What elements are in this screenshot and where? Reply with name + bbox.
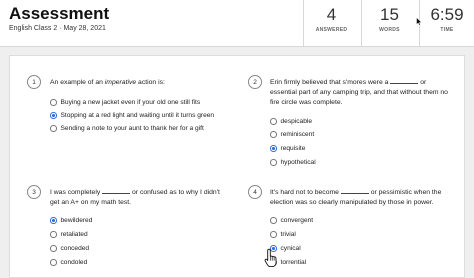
words-stat: 15 WORDS xyxy=(361,0,417,47)
answered-count: 4 xyxy=(326,5,337,24)
radio-button[interactable] xyxy=(270,118,277,125)
answer-option[interactable]: requisite xyxy=(270,145,305,152)
radio-button-selected[interactable] xyxy=(50,217,57,224)
answer-option[interactable]: despicable xyxy=(270,118,312,125)
radio-button-selected[interactable] xyxy=(50,112,57,119)
radio-button[interactable] xyxy=(270,217,277,224)
radio-button[interactable] xyxy=(50,259,57,266)
answered-label: ANSWERED xyxy=(315,27,348,33)
answer-option[interactable]: reminiscent xyxy=(270,131,314,138)
radio-button[interactable] xyxy=(50,125,57,132)
radio-button[interactable] xyxy=(50,231,57,238)
words-count: 15 xyxy=(380,5,399,24)
question-text: An example of an imperative action is: xyxy=(50,79,165,86)
answer-option[interactable]: conceded xyxy=(50,245,89,252)
answer-option[interactable]: trivial xyxy=(270,231,296,238)
time-stat: 6:59 TIME xyxy=(419,0,474,47)
answer-option[interactable]: retaliated xyxy=(50,231,88,238)
question-number: 3 xyxy=(27,185,41,199)
question-number: 1 xyxy=(27,75,41,89)
assessment-header: Assessment English Class 2 · May 28, 202… xyxy=(0,0,474,47)
radio-button[interactable] xyxy=(270,231,277,238)
answer-blank xyxy=(390,78,419,84)
answer-blank xyxy=(102,188,131,194)
radio-button[interactable] xyxy=(270,131,277,138)
answer-blank xyxy=(340,188,369,194)
page-title: Assessment xyxy=(9,4,110,23)
hand-pointer-cursor-icon xyxy=(264,248,277,268)
answer-option[interactable]: Sending a note to your aunt to thank her… xyxy=(50,125,204,132)
words-label: WORDS xyxy=(379,27,400,33)
answer-option[interactable]: Buying a new jacket even if your old one… xyxy=(50,99,200,106)
radio-button[interactable] xyxy=(50,245,57,252)
question-number: 2 xyxy=(248,75,262,89)
question-number: 4 xyxy=(248,185,262,199)
questions-card: 1 An example of an imperative action is:… xyxy=(9,55,465,278)
answer-option[interactable]: convergent xyxy=(270,217,313,224)
answered-stat: 4 ANSWERED xyxy=(303,0,359,47)
time-value: 6:59 xyxy=(430,5,464,24)
radio-button-selected[interactable] xyxy=(270,145,277,152)
radio-button[interactable] xyxy=(270,159,277,166)
question-text: I was completely or confused as to why I… xyxy=(50,188,220,206)
radio-button[interactable] xyxy=(50,99,57,106)
question-text: It's hard not to become or pessimistic w… xyxy=(270,188,442,206)
answer-option[interactable]: condoled xyxy=(50,259,87,266)
arrow-cursor-icon xyxy=(416,17,422,26)
page-subtitle: English Class 2 · May 28, 2021 xyxy=(9,25,106,32)
answer-option[interactable]: hypothetical xyxy=(270,159,316,166)
time-label: TIME xyxy=(440,27,454,33)
answer-option[interactable]: Stopping at a red light and waiting unti… xyxy=(50,112,214,119)
question-text: Erin firmly believed that s'mores were a… xyxy=(270,78,448,106)
answer-option[interactable]: bewildered xyxy=(50,217,92,224)
